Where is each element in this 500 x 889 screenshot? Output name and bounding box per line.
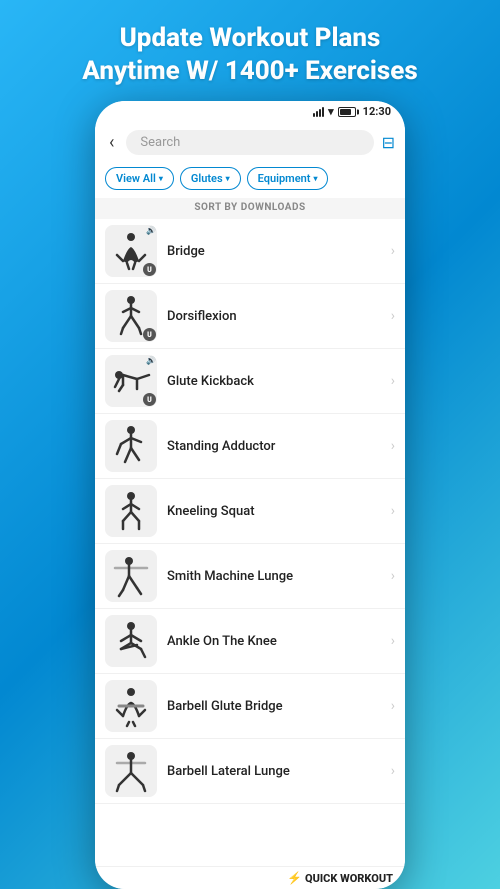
u-badge: U [143,263,156,276]
chevron-right-icon: › [391,373,395,389]
quick-workout-button[interactable]: ⚡ QUICK WORKOUT [287,871,393,885]
sound-badge: 🔊 [146,356,156,365]
sort-label: SORT BY DOWNLOADS [95,198,405,219]
exercise-thumbnail [105,615,157,667]
exercise-list: 🔊UBridge› UDorsiflexion› 🔊UGlute Kickbac… [95,219,405,866]
u-badge: U [143,393,156,406]
clock: 12:30 [363,105,391,118]
exercise-name: Barbell Glute Bridge [167,699,391,714]
search-input-container[interactable]: Search [126,130,373,155]
exercise-thumbnail [105,680,157,732]
u-badge: U [143,328,156,341]
filter-chip-view-all[interactable]: View All ▾ [105,167,174,190]
chevron-right-icon: › [391,568,395,584]
exercise-name: Glute Kickback [167,374,391,389]
exercise-item[interactable]: U Dorsiflexion› [95,284,405,349]
exercise-name: Ankle On The Knee [167,634,391,649]
chevron-down-icon: ▾ [313,174,317,183]
phone-frame: ▾ 12:30 ‹ Search ⊟ View All ▾ Glutes ▾ E… [95,101,405,889]
exercise-name: Dorsiflexion [167,309,391,324]
chevron-down-icon: ▾ [226,174,230,183]
wifi-icon: ▾ [328,105,334,118]
exercise-item[interactable]: Kneeling Squat› [95,479,405,544]
exercise-item[interactable]: Barbell Lateral Lunge› [95,739,405,804]
filter-row: View All ▾ Glutes ▾ Equipment ▾ [95,163,405,198]
status-bar: ▾ 12:30 [95,101,405,122]
exercise-thumbnail [105,745,157,797]
exercise-thumbnail [105,550,157,602]
exercise-thumbnail: 🔊U [105,225,157,277]
exercise-item[interactable]: Smith Machine Lunge› [95,544,405,609]
exercise-name: Barbell Lateral Lunge [167,764,391,779]
chevron-right-icon: › [391,633,395,649]
chevron-right-icon: › [391,308,395,324]
exercise-name: Kneeling Squat [167,504,391,519]
search-bar-row: ‹ Search ⊟ [95,122,405,163]
back-button[interactable]: ‹ [105,130,118,155]
exercise-item[interactable]: Ankle On The Knee› [95,609,405,674]
chevron-right-icon: › [391,503,395,519]
filter-chip-equipment[interactable]: Equipment ▾ [247,167,329,190]
search-placeholder: Search [140,135,180,150]
filter-chip-glutes[interactable]: Glutes ▾ [180,167,241,190]
exercise-name: Smith Machine Lunge [167,569,391,584]
exercise-thumbnail: 🔊U [105,355,157,407]
exercise-name: Bridge [167,244,391,259]
exercise-thumbnail [105,420,157,472]
battery-icon [338,107,356,117]
filter-icon[interactable]: ⊟ [382,133,395,152]
exercise-item[interactable]: 🔊UBridge› [95,219,405,284]
exercise-thumbnail [105,485,157,537]
headline: Update Workout Plans Anytime W/ 1400+ Ex… [0,0,500,101]
lightning-icon: ⚡ [287,871,302,885]
exercise-item[interactable]: 🔊UGlute Kickback› [95,349,405,414]
chevron-right-icon: › [391,763,395,779]
chevron-down-icon: ▾ [159,174,163,183]
quick-workout-bar: ⚡ QUICK WORKOUT [95,866,405,889]
chevron-right-icon: › [391,438,395,454]
exercise-item[interactable]: Standing Adductor› [95,414,405,479]
chevron-right-icon: › [391,698,395,714]
chevron-right-icon: › [391,243,395,259]
exercise-name: Standing Adductor [167,439,391,454]
exercise-item[interactable]: Barbell Glute Bridge› [95,674,405,739]
signal-icon [313,107,324,117]
exercise-thumbnail: U [105,290,157,342]
sound-badge: 🔊 [146,226,156,235]
